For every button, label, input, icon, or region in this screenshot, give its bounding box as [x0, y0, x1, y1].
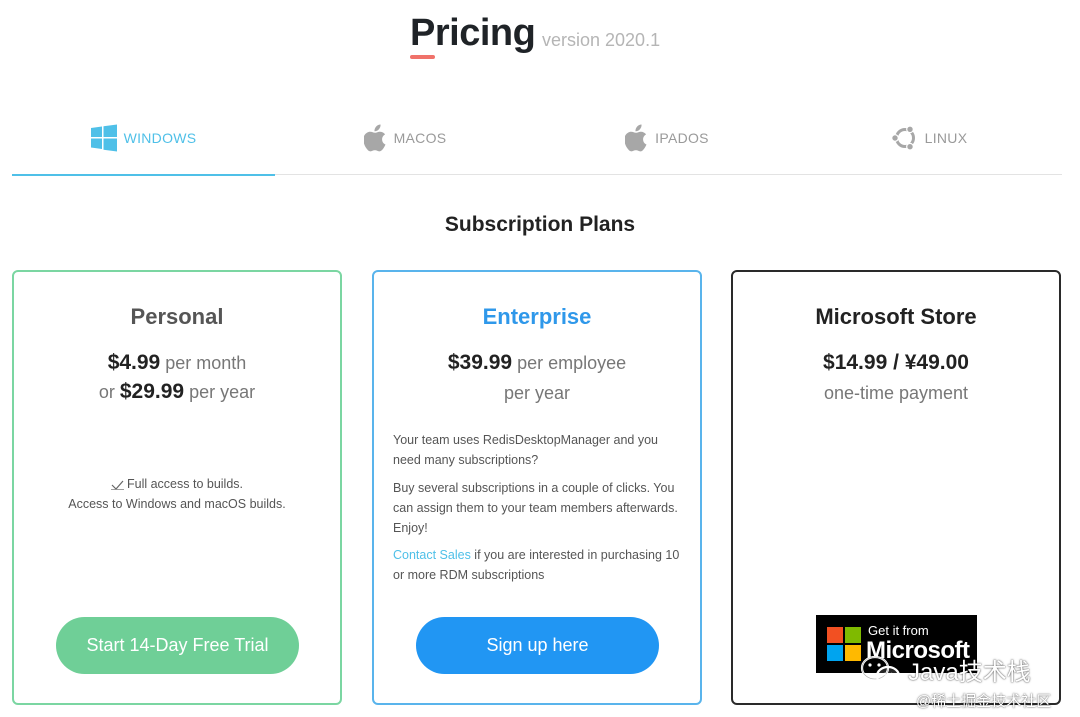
watermark-sub: @稀土掘金技术社区 [916, 693, 1052, 710]
price-amount: $4.99 [107, 351, 161, 374]
feature-text: Full access to builds. [126, 477, 244, 491]
plan-name: Personal [130, 304, 224, 329]
start-trial-button[interactable]: Start 14-Day Free Trial [56, 617, 299, 674]
plan-name: Enterprise [482, 304, 592, 329]
feature-item: Access to Windows and macOS builds. [68, 497, 286, 511]
platform-tabs: WINDOWS MACOS IPADOS LINUX [12, 100, 1062, 176]
tab-macos[interactable]: MACOS [274, 100, 536, 175]
contact-sales-link[interactable]: Contact Sales [393, 548, 471, 562]
price-amount: $14.99 / ¥49.00 [823, 351, 969, 374]
plan-card-enterprise: Enterprise $39.99 per employee per year … [372, 270, 702, 705]
store-price: $14.99 / ¥49.00 [733, 351, 1059, 375]
wechat-icon [860, 655, 901, 687]
page-title: Pricing [410, 12, 536, 54]
tab-windows[interactable]: WINDOWS [12, 100, 275, 176]
section-title: Subscription Plans [444, 213, 636, 236]
plan-card-personal: Personal $4.99 per month or $29.99 per y… [12, 270, 342, 705]
price-amount: $39.99 [447, 351, 513, 374]
page-header: Pricing version 2020.1 [0, 0, 1080, 70]
apple-icon [363, 124, 386, 151]
price-period: per year [503, 383, 571, 403]
feature-item: Full access to builds. [14, 474, 340, 494]
tab-ipados[interactable]: IPADOS [536, 100, 798, 175]
tab-linux-label: LINUX [924, 129, 968, 146]
price-prefix: or [98, 382, 120, 402]
feature-list: Full access to builds. Access to Windows… [14, 474, 340, 514]
tab-windows-label: WINDOWS [123, 129, 197, 146]
price-amount: $29.99 [119, 380, 185, 403]
price-monthly: $4.99 per month [14, 351, 340, 375]
version-label: version 2020.1 [542, 30, 661, 50]
enterprise-desc-1: Your team uses RedisDesktopManager and y… [393, 433, 658, 467]
ubuntu-icon [890, 124, 915, 151]
price-suffix: per year [184, 382, 256, 402]
tab-macos-label: MACOS [393, 129, 447, 146]
price-per-employee: $39.99 per employee [374, 351, 700, 375]
tab-ipados-label: IPADOS [655, 129, 709, 146]
price-suffix: per month [160, 353, 247, 373]
microsoft-logo-icon [827, 627, 861, 661]
enterprise-desc-3: Contact Sales if you are interested in p… [393, 545, 688, 585]
apple-icon [625, 124, 647, 151]
check-icon [110, 480, 124, 490]
plan-card-microsoft-store: Microsoft Store $14.99 / ¥49.00 one-time… [731, 270, 1061, 705]
title-underline [410, 55, 435, 59]
enterprise-desc-2: Buy several subscriptions in a couple of… [393, 481, 678, 535]
watermark: Java技术栈 @稀土掘金技术社区 [858, 652, 1073, 712]
sign-up-button[interactable]: Sign up here [416, 617, 659, 674]
price-yearly: or $29.99 per year [14, 380, 340, 404]
plan-name: Microsoft Store [815, 304, 977, 329]
tab-linux[interactable]: LINUX [798, 100, 1060, 175]
price-period: one-time payment [823, 383, 969, 403]
watermark-main: Java技术栈 [908, 659, 1031, 686]
windows-icon [90, 124, 117, 151]
price-suffix: per employee [512, 353, 627, 373]
badge-line-1: Get it from [868, 623, 929, 638]
